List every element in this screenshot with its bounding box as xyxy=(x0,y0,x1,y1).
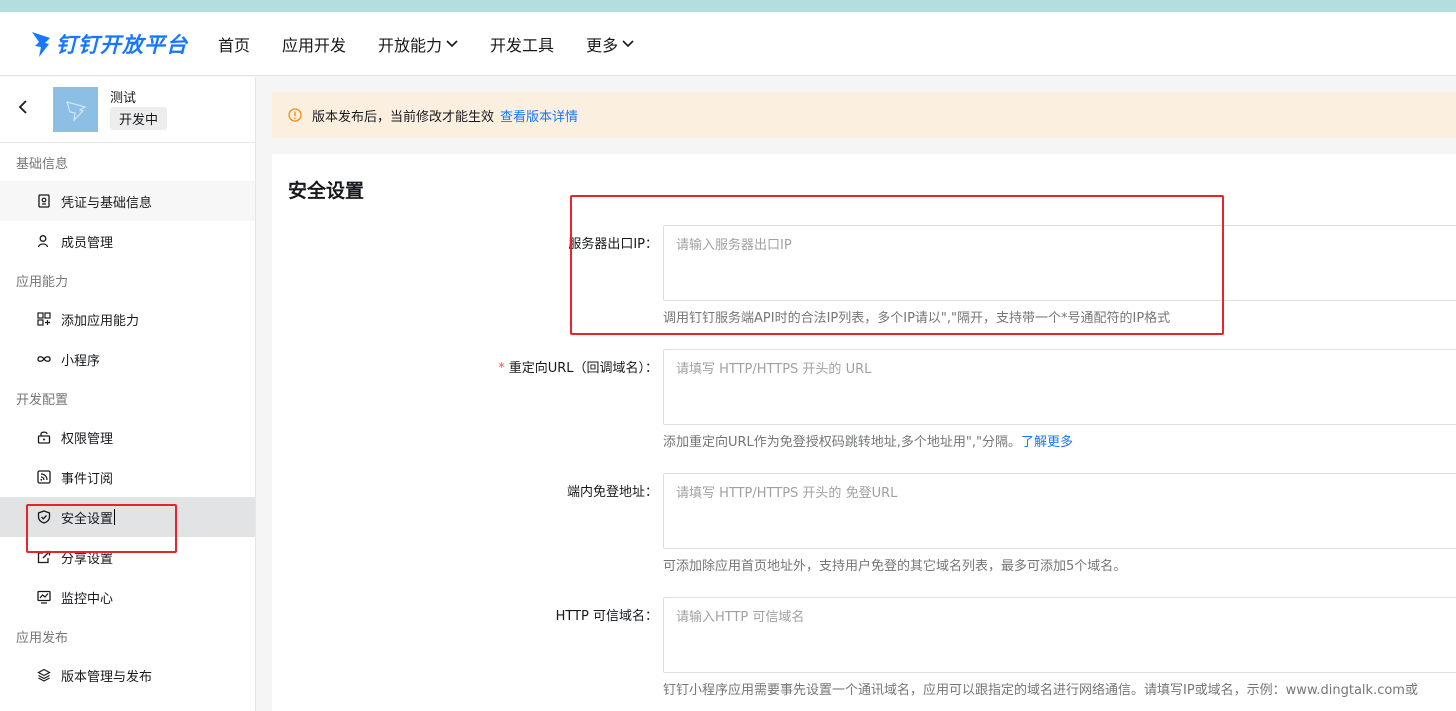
top-navbar: 钉钉开放平台 首页 应用开发 开放能力 开发工具 更多 xyxy=(0,12,1456,76)
brand-logo[interactable]: 钉钉开放平台 xyxy=(30,29,188,59)
notice-text: 版本发布后，当前修改才能生效 xyxy=(312,109,495,125)
brand-name: 钉钉开放平台 xyxy=(56,32,188,57)
http-trusted-domain-input[interactable]: 请输入HTTP 可信域名 xyxy=(663,597,1456,673)
server-ip-hint: 调用钉钉服务端API时的合法IP列表，多个IP请以","隔开，支持带一个*号通配… xyxy=(663,311,1171,326)
sidebar-item-label: 凭证与基础信息 xyxy=(61,195,153,211)
sidebar-item-label: 事件订阅 xyxy=(61,471,114,487)
nav-open-capabilities-label: 开放能力 xyxy=(378,35,443,55)
page-title: 安全设置 xyxy=(288,180,365,202)
sidebar-item-label: 添加应用能力 xyxy=(61,313,140,329)
sidebar-item-security-settings[interactable]: 安全设置 xyxy=(0,497,255,537)
chevron-down-icon xyxy=(622,39,634,47)
sidebar-item-mini-program[interactable]: 小程序 xyxy=(0,339,255,379)
http-trusted-domain-label: HTTP 可信域名： xyxy=(555,609,658,624)
shield-icon xyxy=(37,510,51,524)
sidebar-item-label: 安全设置 xyxy=(61,511,114,527)
nav-open-capabilities[interactable]: 开放能力 xyxy=(378,32,458,56)
group-app-capabilities: 应用能力 xyxy=(16,274,69,290)
sidebar-item-add-capability[interactable]: 添加应用能力 xyxy=(0,299,255,339)
link-icon xyxy=(37,356,51,362)
nav-dev-tools-label: 开发工具 xyxy=(490,35,555,55)
sidebar-item-permissions[interactable]: 权限管理 xyxy=(0,417,255,457)
layers-icon xyxy=(37,668,51,682)
chevron-down-icon xyxy=(446,39,458,47)
rss-icon xyxy=(37,470,51,484)
share-icon xyxy=(37,550,51,564)
sidebar: 测试 开发中 基础信息 凭证与基础信息 成员管理 应用能力 添加应用能力 小程序… xyxy=(0,77,256,711)
nav-home[interactable]: 首页 xyxy=(218,32,250,56)
sidebar-item-label: 版本管理与发布 xyxy=(61,669,153,685)
app-name: 测试 xyxy=(110,91,137,106)
view-version-details-link[interactable]: 查看版本详情 xyxy=(500,106,578,125)
in-app-login-hint: 可添加除应用首页地址外，支持用户免登的其它域名列表，最多可添加5个域名。 xyxy=(663,559,1127,574)
nav-home-label: 首页 xyxy=(218,35,251,55)
required-asterisk: * xyxy=(498,361,505,376)
redirect-url-label: * 重定向URL（回调域名）： xyxy=(498,357,658,376)
lock-icon xyxy=(37,431,51,444)
sidebar-item-share-settings[interactable]: 分享设置 xyxy=(0,537,255,577)
redirect-url-hint-text: 添加重定向URL作为免登授权码跳转地址,多个地址用","分隔。 xyxy=(663,435,1022,450)
server-ip-input[interactable]: 请输入服务器出口IP xyxy=(663,225,1456,301)
sidebar-item-label: 权限管理 xyxy=(61,431,114,447)
nav-app-dev-label: 应用开发 xyxy=(282,35,347,55)
sidebar-item-event-subscription[interactable]: 事件订阅 xyxy=(0,457,255,497)
server-ip-label: 服务器出口IP： xyxy=(568,237,658,252)
sidebar-item-label: 监控中心 xyxy=(61,591,114,607)
security-settings-card: 安全设置 服务器出口IP： 请输入服务器出口IP 调用钉钉服务端API时的合法I… xyxy=(272,154,1456,711)
info-warning-icon xyxy=(288,108,302,122)
nav-dev-tools[interactable]: 开发工具 xyxy=(490,32,554,56)
user-icon xyxy=(37,235,49,248)
sidebar-item-label: 小程序 xyxy=(61,353,101,369)
app-thumbnail xyxy=(53,87,98,132)
back-arrow-icon[interactable] xyxy=(16,99,30,115)
add-capability-icon xyxy=(37,312,51,326)
http-trusted-domain-hint: 钉钉小程序应用需要事先设置一个通讯域名，应用可以跟指定的域名进行网络通信。请填写… xyxy=(663,683,1418,698)
in-app-login-label: 端内免登地址： xyxy=(566,485,658,500)
credential-icon xyxy=(38,194,50,208)
sidebar-item-monitor-center[interactable]: 监控中心 xyxy=(0,577,255,617)
sidebar-item-version-release[interactable]: 版本管理与发布 xyxy=(0,655,255,695)
learn-more-link[interactable]: 了解更多 xyxy=(1021,435,1073,450)
nav-more[interactable]: 更多 xyxy=(586,32,634,56)
notice-banner: 版本发布后，当前修改才能生效 查看版本详情 xyxy=(272,92,1456,138)
app-header: 测试 开发中 xyxy=(0,77,255,143)
redirect-url-label-text: 重定向URL（回调域名）： xyxy=(508,361,658,376)
text-caret xyxy=(114,509,116,525)
group-basic-info: 基础信息 xyxy=(16,156,69,172)
redirect-url-input[interactable]: 请填写 HTTP/HTTPS 开头的 URL xyxy=(663,349,1456,425)
main-nav: 首页 应用开发 开放能力 开发工具 更多 xyxy=(218,32,666,56)
sidebar-item-label: 成员管理 xyxy=(61,235,114,251)
dingtalk-logo-icon xyxy=(32,31,50,57)
sidebar-item-credentials[interactable]: 凭证与基础信息 xyxy=(0,181,255,221)
nav-more-label: 更多 xyxy=(586,35,619,55)
group-app-release: 应用发布 xyxy=(16,630,69,646)
in-app-login-input[interactable]: 请填写 HTTP/HTTPS 开头的 免登URL xyxy=(663,473,1456,549)
main-content: 版本发布后，当前修改才能生效 查看版本详情 安全设置 服务器出口IP： 请输入服… xyxy=(272,77,1456,711)
sidebar-item-members[interactable]: 成员管理 xyxy=(0,221,255,261)
app-status-badge: 开发中 xyxy=(110,107,168,130)
nav-app-dev[interactable]: 应用开发 xyxy=(282,32,346,56)
app-thumbnail-icon xyxy=(65,100,87,122)
sidebar-item-label: 分享设置 xyxy=(61,551,114,567)
redirect-url-hint: 添加重定向URL作为免登授权码跳转地址,多个地址用","分隔。了解更多 xyxy=(663,431,1073,450)
monitor-icon xyxy=(37,590,51,604)
top-strip xyxy=(0,0,1456,12)
group-dev-config: 开发配置 xyxy=(16,392,69,408)
